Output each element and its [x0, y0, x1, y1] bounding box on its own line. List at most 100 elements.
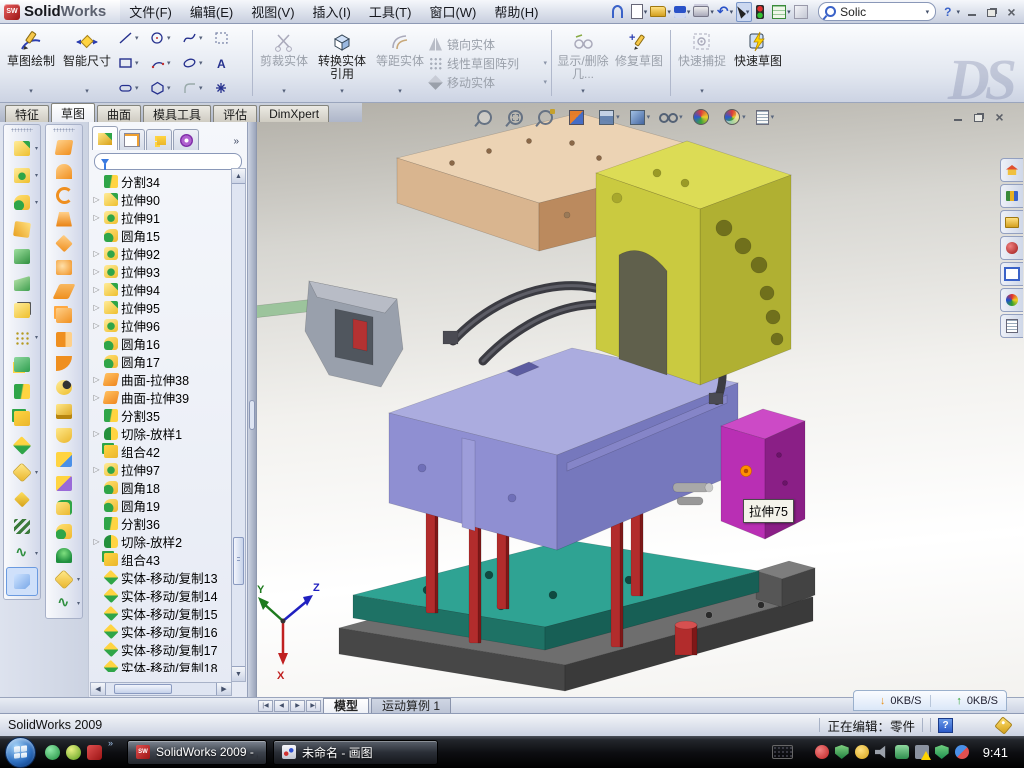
- titlebar-tool[interactable]: ▾: [674, 3, 691, 21]
- command-tab[interactable]: 曲面: [97, 105, 141, 122]
- dropdown-arrow-icon[interactable]: ▾: [77, 600, 80, 607]
- titlebar-tool[interactable]: ▾: [612, 3, 628, 21]
- panel-overflow-button[interactable]: »: [228, 136, 244, 150]
- toolbar-button[interactable]: ▾: [4, 459, 40, 486]
- toolbar-button[interactable]: ▾: [46, 135, 82, 159]
- hud-button[interactable]: ▾: [630, 107, 651, 127]
- dropdown-arrow-icon[interactable]: ▾: [35, 145, 38, 152]
- toolbar-button[interactable]: ▾: [46, 399, 82, 423]
- help-button[interactable]: ?: [942, 5, 953, 19]
- expand-arrow-icon[interactable]: ▷: [92, 267, 101, 276]
- titlebar-tool[interactable]: ▾: [693, 3, 714, 21]
- tree-item[interactable]: ▷ 实体-移动/复制17: [92, 640, 247, 658]
- menu-item[interactable]: 工具(T): [360, 0, 421, 24]
- circle-tool[interactable]: ▾: [150, 31, 180, 45]
- repair-sketch-button[interactable]: + 修复草图: [612, 26, 666, 100]
- tree-item[interactable]: ▷ 切除-放样1: [92, 424, 247, 442]
- scroll-thumb[interactable]: [233, 537, 244, 585]
- clamp-plate-part[interactable]: [596, 141, 791, 385]
- messenger-quick-icon[interactable]: [45, 745, 60, 760]
- toolbar-button[interactable]: ▾: [4, 378, 40, 405]
- dropdown-arrow-icon[interactable]: ▾: [29, 85, 33, 100]
- rectangle-tool[interactable]: ▾: [118, 56, 148, 70]
- task-pane-tab[interactable]: [1000, 210, 1023, 234]
- dropdown-arrow-icon[interactable]: ▾: [771, 113, 775, 121]
- slider-unit-part[interactable]: [257, 281, 403, 387]
- toolbar-button[interactable]: ▾: [6, 567, 38, 596]
- toolbar-button[interactable]: ▾: [4, 405, 40, 432]
- polygon-tool[interactable]: ▾: [150, 81, 180, 95]
- dropdown-arrow-icon[interactable]: ▾: [35, 334, 38, 341]
- dropdown-arrow-icon[interactable]: ▾: [398, 85, 402, 100]
- toolbar-button[interactable]: ▾: [46, 207, 82, 231]
- tree-item[interactable]: ▷ 切除-放样2: [92, 532, 247, 550]
- menu-item[interactable]: 文件(F): [120, 0, 181, 24]
- line-tool[interactable]: ▾: [118, 31, 148, 45]
- dropdown-arrow-icon[interactable]: ▾: [581, 85, 585, 100]
- dropdown-arrow-icon[interactable]: ▾: [340, 85, 344, 100]
- network-warning-icon[interactable]: [915, 745, 929, 759]
- doc-restore-button[interactable]: [970, 109, 987, 123]
- volume-icon[interactable]: [875, 745, 889, 759]
- window-close-button[interactable]: [1003, 4, 1020, 19]
- task-pane-tab[interactable]: [1000, 158, 1023, 182]
- dropdown-arrow-icon[interactable]: ▾: [787, 8, 791, 16]
- ime-keyboard-icon[interactable]: [772, 745, 793, 759]
- scroll-left-button[interactable]: ◀: [91, 683, 106, 695]
- titlebar-tool[interactable]: ▾: [736, 2, 752, 22]
- toolbar-button[interactable]: ▾: [4, 189, 40, 216]
- dropdown-arrow-icon[interactable]: ▾: [687, 8, 691, 16]
- toolbar-button[interactable]: ▾: [46, 567, 82, 591]
- scroll-down-button[interactable]: ▼: [232, 666, 245, 681]
- toolbar-button[interactable]: ▾: [46, 519, 82, 543]
- dropdown-arrow-icon[interactable]: ▾: [730, 8, 734, 16]
- toolbar-button[interactable]: ▾: [46, 375, 82, 399]
- toolbar-button[interactable]: ▾: [46, 543, 82, 567]
- offset-entities-button[interactable]: 等距实体 ▾: [373, 26, 427, 100]
- toolbar-button[interactable]: ▾: [4, 243, 40, 270]
- menu-item[interactable]: 帮助(H): [485, 0, 547, 24]
- tree-filter-input[interactable]: [94, 153, 242, 170]
- tree-item[interactable]: ▷ 曲面-拉伸39: [92, 388, 247, 406]
- menu-item[interactable]: 视图(V): [242, 0, 303, 24]
- dropdown-arrow-icon[interactable]: ▾: [700, 85, 704, 100]
- dropdown-arrow-icon[interactable]: ▾: [644, 8, 648, 16]
- task-pane-tab[interactable]: [1000, 288, 1023, 312]
- tree-item[interactable]: ▷ 实体-移动/复制18: [92, 658, 247, 672]
- toolbar-button[interactable]: ▾: [46, 495, 82, 519]
- expand-arrow-icon[interactable]: ▷: [92, 249, 101, 258]
- toolbar-button[interactable]: ▾: [46, 423, 82, 447]
- toolbar-button[interactable]: ▾: [46, 231, 82, 255]
- sync-status-icon[interactable]: [955, 745, 969, 759]
- messenger-tray-icon[interactable]: [895, 745, 909, 759]
- featuremanager-tab[interactable]: [173, 129, 199, 150]
- tree-item[interactable]: ▷ 实体-移动/复制14: [92, 586, 247, 604]
- window-restore-button[interactable]: [983, 4, 1000, 19]
- help-dropdown-icon[interactable]: ▾: [956, 8, 960, 16]
- expand-arrow-icon[interactable]: ▷: [92, 195, 101, 204]
- tab-scroll-button[interactable]: ▶|: [306, 700, 321, 712]
- expand-arrow-icon[interactable]: ▷: [92, 321, 101, 330]
- dropdown-arrow-icon[interactable]: ▾: [710, 8, 714, 16]
- tree-item[interactable]: ▷ 曲面-拉伸38: [92, 370, 247, 388]
- hud-button[interactable]: ▾: [756, 107, 775, 127]
- hud-button[interactable]: ▾: [569, 107, 590, 127]
- dropdown-arrow-icon[interactable]: ▾: [543, 59, 547, 67]
- graphics-area[interactable]: Y Z X ▾▾▾▾▾▾▾▾▾▾ 拉伸75: [256, 103, 1024, 697]
- toolbar-button[interactable]: ▾: [4, 486, 40, 513]
- model-tab[interactable]: 模型: [323, 698, 369, 714]
- search-box[interactable]: Solic ▾: [818, 2, 936, 21]
- scroll-right-button[interactable]: ▶: [216, 683, 231, 695]
- dropdown-arrow-icon[interactable]: ▾: [667, 8, 671, 16]
- menu-item[interactable]: 窗口(W): [420, 0, 485, 24]
- toolbar-button[interactable]: ▾: [46, 159, 82, 183]
- search-value[interactable]: Solic: [840, 5, 921, 19]
- hud-button[interactable]: ▾: [599, 107, 620, 127]
- toolbar-button[interactable]: ▾: [4, 297, 40, 324]
- featuremanager-tab[interactable]: [146, 129, 172, 150]
- tree-item[interactable]: ▷ 圆角18: [92, 478, 247, 496]
- dropdown-arrow-icon[interactable]: ▾: [679, 113, 683, 121]
- tree-vertical-scrollbar[interactable]: ▲ ▼: [231, 168, 246, 682]
- toolbar-button[interactable]: ▾: [46, 447, 82, 471]
- toolbar-button[interactable]: ▾: [46, 327, 82, 351]
